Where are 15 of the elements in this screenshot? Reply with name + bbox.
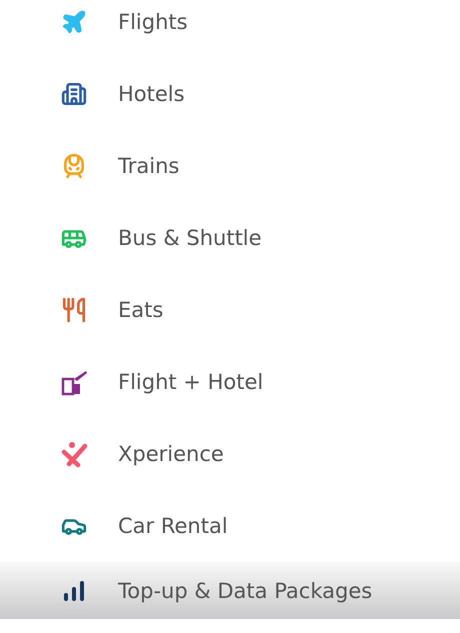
train-icon (61, 153, 87, 179)
menu-item[interactable]: Xperience (0, 418, 460, 490)
signal-bars-icon (62, 578, 86, 602)
crossed-pins-icon (60, 440, 88, 468)
menu-item[interactable]: Flight + Hotel (0, 346, 460, 418)
building-icon (61, 81, 87, 107)
menu-item[interactable]: Car Rental (0, 490, 460, 562)
menu-item[interactable]: Bus & Shuttle (0, 202, 460, 274)
menu-item[interactable]: Hotels (0, 58, 460, 130)
airplane-icon (61, 9, 87, 35)
menu-item[interactable]: Eats (0, 274, 460, 346)
menu-item[interactable]: Flights (0, 0, 460, 58)
menu-item[interactable]: Top-up & Data Packages (0, 562, 460, 619)
cutlery-icon (61, 297, 87, 323)
menu-item[interactable]: Trains (0, 130, 460, 202)
